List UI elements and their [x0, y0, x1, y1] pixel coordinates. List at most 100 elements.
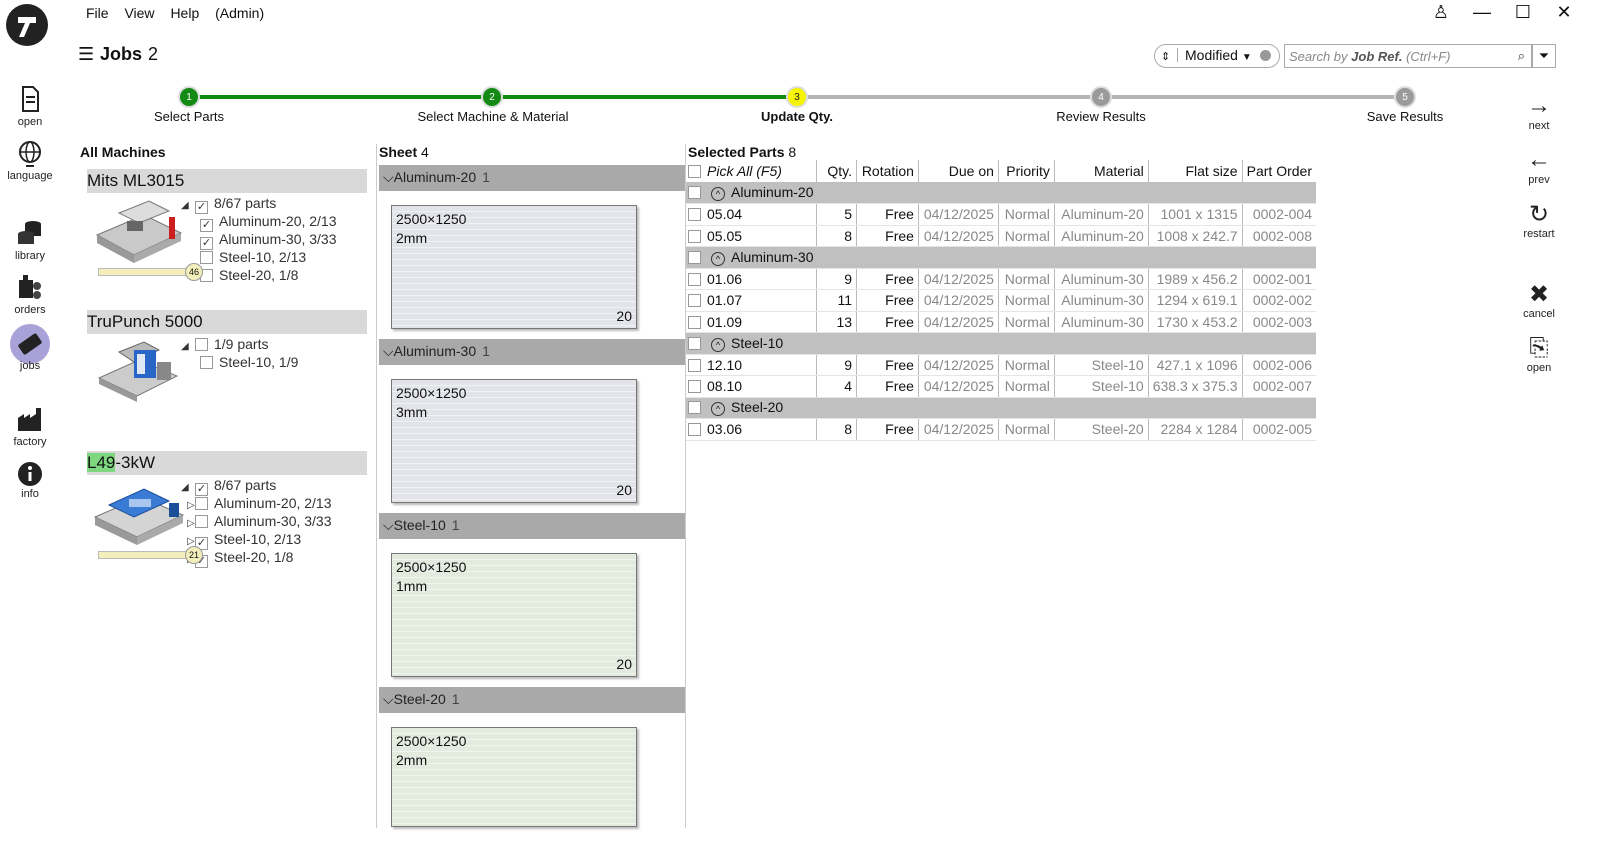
checkbox[interactable]	[688, 272, 701, 286]
column-header-due[interactable]: Due on	[918, 160, 999, 182]
prev-button[interactable]: ← prev	[1514, 146, 1564, 186]
collapse-icon[interactable]: ◢	[181, 482, 195, 493]
step-3-dot[interactable]: 3	[786, 86, 808, 108]
checkbox[interactable]	[688, 229, 701, 243]
rotation-cell[interactable]: Free	[856, 289, 919, 312]
group-row[interactable]: ^ Steel-20	[686, 397, 1316, 419]
maximize-icon[interactable]: ☐	[1505, 2, 1541, 23]
checkbox[interactable]	[200, 251, 213, 264]
hamburger-icon[interactable]: ☰	[78, 44, 96, 65]
close-icon[interactable]: ✕	[1546, 2, 1582, 23]
step-4-dot[interactable]: 4	[1090, 86, 1112, 108]
pick-all-header[interactable]: Pick All (F5)	[686, 160, 818, 182]
sheet-group-header[interactable]: ⌵Aluminum-20 1	[379, 165, 685, 191]
collapse-circle-icon[interactable]: ^	[711, 187, 725, 201]
sort-direction-icon[interactable]: ⇕	[1161, 51, 1170, 63]
checkbox[interactable]	[688, 208, 701, 222]
column-header-part-order[interactable]: Part Order	[1242, 160, 1316, 182]
column-header-flat-size[interactable]: Flat size	[1148, 160, 1243, 182]
sheet-card[interactable]: 2500×1250 3mm 20	[391, 379, 637, 503]
checkbox[interactable]	[688, 250, 701, 264]
rotation-cell[interactable]: Free	[856, 311, 919, 333]
table-row[interactable]: 03.06 8 Free 04/12/2025 Normal Steel-20 2284 x…	[686, 418, 1316, 441]
column-header-qty[interactable]: Qty.	[816, 160, 858, 182]
filter-icon[interactable]: ⏷	[1532, 44, 1556, 68]
machine-card[interactable]: TruPunch 5000 ◢ 1/9 parts Steel-10, 1/9	[87, 310, 367, 402]
sheet-card[interactable]: 2500×1250 2mm	[391, 727, 637, 827]
group-row[interactable]: ^ Aluminum-20	[686, 182, 1316, 204]
clear-sort-icon[interactable]	[1259, 50, 1271, 61]
collapse-circle-icon[interactable]: ⌵	[383, 517, 394, 533]
sheet-card[interactable]: 2500×1250 2mm 20	[391, 205, 637, 329]
qty-cell[interactable]: 11	[816, 289, 858, 312]
sheet-group-header[interactable]: ⌵Steel-10 1	[379, 513, 685, 539]
checkbox[interactable]	[195, 338, 208, 351]
nav-jobs[interactable]: jobs	[0, 324, 60, 378]
collapse-icon[interactable]: ◢	[181, 341, 195, 352]
sort-dropdown[interactable]: ⇕ Modified ▼	[1154, 44, 1280, 68]
search-input[interactable]: Search by Job Ref. (Ctrl+F) ⌕	[1284, 44, 1532, 68]
table-row[interactable]: 01.06 9 Free 04/12/2025 Normal Aluminum-30 198…	[686, 268, 1316, 290]
checkbox[interactable]	[200, 356, 213, 369]
expand-icon[interactable]: ▷	[181, 518, 195, 529]
restart-button[interactable]: ↻ restart	[1514, 200, 1564, 240]
column-header-material[interactable]: Material	[1054, 160, 1149, 182]
rotation-cell[interactable]: Free	[856, 375, 919, 398]
qty-cell[interactable]: 9	[816, 268, 858, 290]
checkbox[interactable]	[688, 380, 701, 394]
checkbox[interactable]	[688, 186, 701, 199]
search-icon[interactable]: ⌕	[1518, 48, 1525, 64]
table-row[interactable]: 01.09 13 Free 04/12/2025 Normal Aluminum-30 17…	[686, 311, 1316, 333]
open-button[interactable]: ⎘ open	[1514, 334, 1564, 374]
group-row[interactable]: ^ Steel-10	[686, 332, 1316, 355]
table-row[interactable]: 05.05 8 Free 04/12/2025 Normal Aluminum-20 100…	[686, 225, 1316, 247]
qty-cell[interactable]: 13	[816, 311, 858, 333]
expand-icon[interactable]: ▷	[181, 500, 195, 511]
rotation-cell[interactable]: Free	[856, 225, 919, 247]
sheet-group-header[interactable]: ⌵Aluminum-30 1	[379, 339, 685, 365]
column-header-rotation[interactable]: Rotation	[856, 160, 919, 182]
checkbox[interactable]	[688, 358, 701, 372]
sheet-card[interactable]: 2500×1250 1mm 20	[391, 553, 637, 677]
minimize-icon[interactable]: —	[1464, 2, 1500, 23]
qty-cell[interactable]: 9	[816, 354, 858, 376]
group-row[interactable]: ^ Aluminum-30	[686, 246, 1316, 269]
next-button[interactable]: → next	[1514, 92, 1564, 132]
table-row[interactable]: 12.10 9 Free 04/12/2025 Normal Steel-10 427.1 …	[686, 354, 1316, 376]
collapse-icon[interactable]: ◢	[181, 200, 195, 211]
column-header-priority[interactable]: Priority	[998, 160, 1055, 182]
checkbox[interactable]	[688, 423, 701, 437]
nav-library[interactable]: library	[0, 218, 60, 262]
sheet-group-header[interactable]: ⌵Steel-20 1	[379, 687, 685, 713]
machine-card[interactable]: Mits ML3015 ◢ ✓ 8/67 parts ✓ Aluminum-20, 2…	[87, 169, 367, 283]
checkbox[interactable]	[195, 497, 208, 510]
checkbox[interactable]	[688, 315, 701, 329]
qty-cell[interactable]: 8	[816, 418, 858, 441]
checkbox[interactable]	[195, 515, 208, 528]
collapse-circle-icon[interactable]: ⌵	[383, 343, 394, 359]
user-icon[interactable]: ♙	[1423, 2, 1459, 23]
rotation-cell[interactable]: Free	[856, 418, 919, 441]
checkbox[interactable]	[688, 165, 701, 178]
machine-card[interactable]: L49-3kW ◢ ✓ 8/67 parts ▷ Aluminum-20, 2/13 …	[87, 451, 367, 568]
checkbox[interactable]	[688, 294, 701, 308]
nav-info[interactable]: info	[0, 460, 60, 504]
rotation-cell[interactable]: Free	[856, 268, 919, 290]
nav-orders[interactable]: orders	[0, 272, 60, 316]
table-row[interactable]: 08.10 4 Free 04/12/2025 Normal Steel-10 638.3 …	[686, 375, 1316, 398]
collapse-circle-icon[interactable]: ^	[711, 402, 725, 417]
checkbox[interactable]	[688, 401, 701, 415]
qty-cell[interactable]: 8	[816, 225, 858, 247]
collapse-circle-icon[interactable]: ^	[711, 337, 725, 352]
qty-cell[interactable]: 4	[816, 375, 858, 398]
collapse-circle-icon[interactable]: ⌵	[383, 691, 394, 707]
checkbox[interactable]	[688, 336, 701, 350]
rotation-cell[interactable]: Free	[856, 354, 919, 376]
qty-cell[interactable]: 5	[816, 203, 858, 226]
collapse-circle-icon[interactable]: ^	[711, 251, 725, 266]
cancel-button[interactable]: ✖ cancel	[1514, 280, 1564, 320]
menu-file[interactable]: File	[86, 5, 109, 21]
menu-help[interactable]: Help	[170, 5, 199, 21]
step-1-dot[interactable]: 1	[178, 86, 200, 108]
step-2-dot[interactable]: 2	[481, 86, 503, 108]
